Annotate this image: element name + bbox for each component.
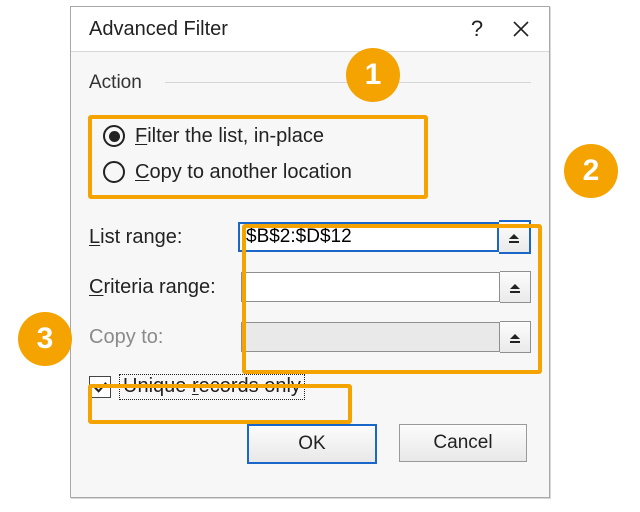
dialog-title: Advanced Filter	[89, 18, 455, 41]
radio-icon	[103, 161, 125, 183]
close-button[interactable]	[499, 7, 543, 51]
collapse-dialog-icon	[507, 329, 523, 345]
criteria-range-input[interactable]	[241, 272, 500, 302]
callout-badge-2: 2	[564, 144, 618, 198]
list-range-label: List range:	[89, 226, 238, 249]
collapse-dialog-icon	[506, 229, 522, 245]
radio-filter-in-place[interactable]: Filter the list, in-place	[103, 118, 531, 154]
radio-icon	[103, 125, 125, 147]
list-range-row: List range:	[89, 218, 531, 256]
titlebar: Advanced Filter ?	[71, 7, 549, 52]
radio-copy-to-location[interactable]: Copy to another location	[103, 154, 531, 190]
copy-to-label: Copy to:	[89, 326, 241, 349]
copy-to-row: Copy to:	[89, 318, 531, 356]
help-button[interactable]: ?	[455, 7, 499, 51]
cancel-button[interactable]: Cancel	[399, 424, 527, 462]
ok-button[interactable]: OK	[247, 424, 377, 464]
copy-to-input	[241, 322, 500, 352]
copy-to-ref-button[interactable]	[500, 321, 531, 353]
radio-label: Filter the list, in-place	[135, 125, 324, 148]
close-icon	[512, 20, 530, 38]
list-range-ref-button[interactable]	[499, 220, 531, 254]
unique-records-checkbox[interactable]: Unique records only	[89, 374, 531, 400]
advanced-filter-dialog: Advanced Filter ? Action Filter the list…	[70, 6, 550, 498]
radio-label: Copy to another location	[135, 161, 352, 184]
checkbox-icon	[89, 376, 111, 398]
divider	[165, 82, 531, 83]
criteria-range-label: Criteria range:	[89, 276, 241, 299]
criteria-range-row: Criteria range:	[89, 268, 531, 306]
action-section-label: Action	[89, 72, 531, 94]
criteria-range-ref-button[interactable]	[500, 271, 531, 303]
list-range-input[interactable]	[238, 222, 499, 252]
callout-badge-3: 3	[18, 312, 72, 366]
checkbox-label: Unique records only	[119, 374, 305, 400]
collapse-dialog-icon	[507, 279, 523, 295]
